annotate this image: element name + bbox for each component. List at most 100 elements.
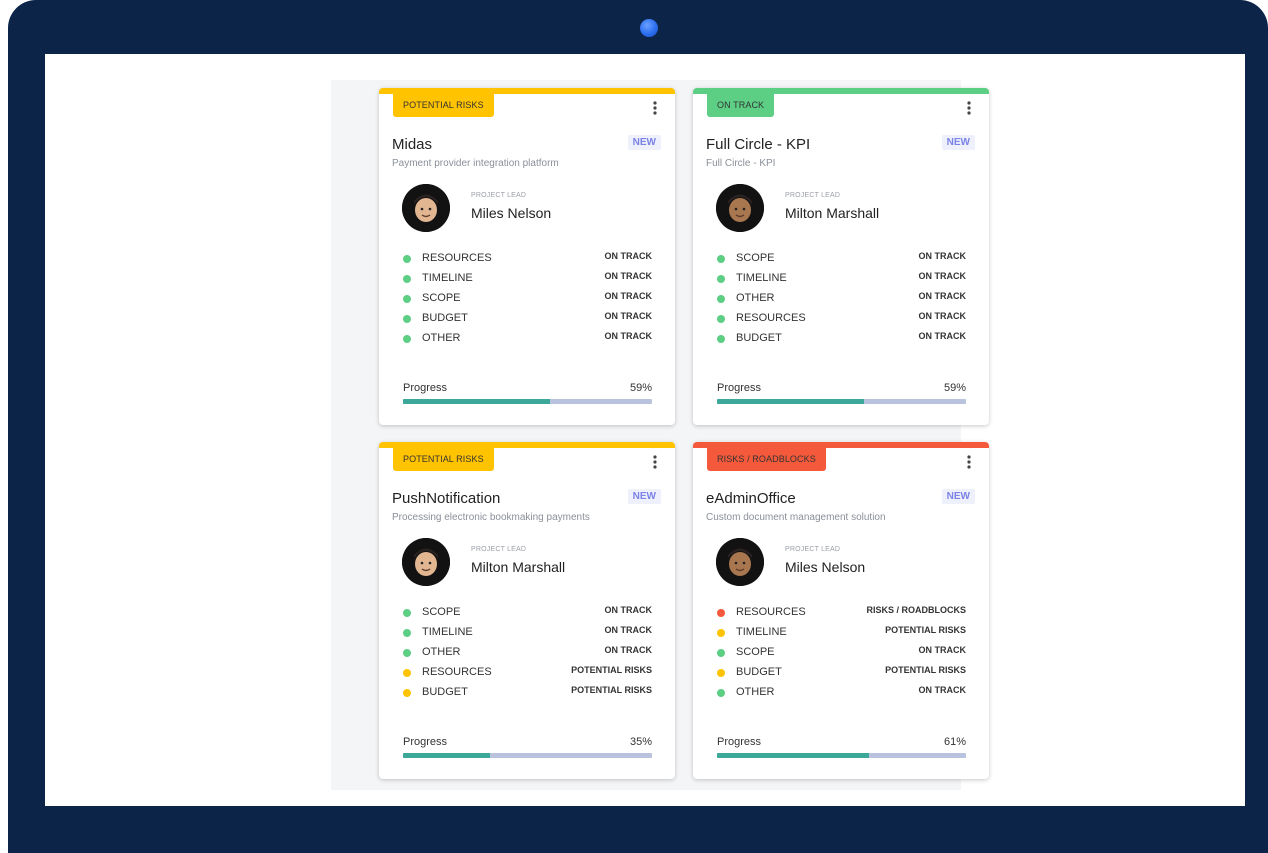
project-card: POTENTIAL RISKS Midas NEW Payment provider … <box>379 88 675 425</box>
status-row: BUDGET POTENTIAL RISKS <box>717 665 966 685</box>
status-dot-icon <box>717 275 725 283</box>
status-row: TIMELINE ON TRACK <box>403 625 652 645</box>
status-dot-icon <box>403 275 411 283</box>
project-lead-name: Milton Marshall <box>471 559 566 575</box>
status-row: BUDGET POTENTIAL RISKS <box>403 685 652 705</box>
status-tag: ON TRACK <box>707 94 775 117</box>
project-title[interactable]: Full Circle - KPI <box>706 136 810 153</box>
progress-percent: 61% <box>943 736 966 748</box>
status-row: TIMELINE ON TRACK <box>717 271 966 291</box>
status-value: POTENTIAL RISKS <box>571 685 652 695</box>
status-tag: POTENTIAL RISKS <box>393 448 494 471</box>
progress-bar <box>403 399 652 404</box>
project-subtitle: Processing electronic bookmaking payment… <box>392 512 590 523</box>
status-value: ON TRACK <box>604 331 653 341</box>
status-row: OTHER ON TRACK <box>717 291 966 311</box>
status-dot-icon <box>717 689 725 697</box>
status-row: BUDGET ON TRACK <box>403 311 652 331</box>
status-label: SCOPE <box>422 292 461 304</box>
project-card: ON TRACK Full Circle - KPI NEW Full Circle … <box>693 88 989 425</box>
project-subtitle: Payment provider integration platform <box>392 158 559 169</box>
status-row: TIMELINE POTENTIAL RISKS <box>717 625 966 645</box>
project-lead-label: PROJECT LEAD <box>471 192 527 199</box>
status-dot-icon <box>717 295 725 303</box>
status-dot-icon <box>403 629 411 637</box>
status-dot-icon <box>717 629 725 637</box>
status-value: POTENTIAL RISKS <box>885 665 966 675</box>
status-label: TIMELINE <box>422 272 473 284</box>
progress-bar-fill <box>403 753 491 758</box>
progress-label: Progress <box>717 736 762 748</box>
status-value: POTENTIAL RISKS <box>571 665 652 675</box>
laptop-frame: POTENTIAL RISKS Midas NEW Payment provider … <box>8 0 1268 853</box>
project-subtitle: Full Circle - KPI <box>706 158 776 169</box>
new-badge: NEW <box>627 135 661 150</box>
status-dot-icon <box>717 609 725 617</box>
status-label: BUDGET <box>736 666 782 678</box>
progress-bar-fill <box>717 753 869 758</box>
more-vert-icon[interactable] <box>649 454 661 470</box>
status-label: RESOURCES <box>422 252 492 264</box>
status-tag: POTENTIAL RISKS <box>393 94 494 117</box>
progress-bar <box>717 753 966 758</box>
status-row: SCOPE ON TRACK <box>403 291 652 311</box>
progress-percent: 35% <box>629 736 652 748</box>
status-row: SCOPE ON TRACK <box>717 251 966 271</box>
status-label: RESOURCES <box>736 606 806 618</box>
status-label: OTHER <box>422 646 461 658</box>
status-dot-icon <box>717 669 725 677</box>
status-dot-icon <box>403 689 411 697</box>
progress-bar-fill <box>717 399 864 404</box>
project-lead-name: Miles Nelson <box>471 205 552 221</box>
progress-percent: 59% <box>943 382 966 394</box>
more-vert-icon[interactable] <box>963 454 975 470</box>
camera-icon <box>640 19 658 37</box>
status-label: SCOPE <box>736 646 775 658</box>
status-dot-icon <box>403 335 411 343</box>
status-label: SCOPE <box>736 252 775 264</box>
status-dot-icon <box>403 669 411 677</box>
status-row: OTHER ON TRACK <box>717 685 966 705</box>
project-board: POTENTIAL RISKS Midas NEW Payment provider … <box>331 80 989 790</box>
status-label: OTHER <box>736 292 775 304</box>
status-row: RESOURCES ON TRACK <box>403 251 652 271</box>
status-row: RESOURCES POTENTIAL RISKS <box>403 665 652 685</box>
avatar <box>716 184 764 232</box>
status-dot-icon <box>403 649 411 657</box>
screen: POTENTIAL RISKS Midas NEW Payment provider … <box>45 54 1245 806</box>
avatar <box>402 538 450 586</box>
project-card: POTENTIAL RISKS PushNotification NEW Proces… <box>379 442 675 779</box>
more-vert-icon[interactable] <box>963 100 975 116</box>
status-list: SCOPE ON TRACK TIMELINE ON TRACK OTHER ON TRA… <box>403 605 652 705</box>
progress-label: Progress <box>403 382 448 394</box>
status-dot-icon <box>717 335 725 343</box>
project-title[interactable]: Midas <box>392 136 432 153</box>
progress-bar-fill <box>403 399 550 404</box>
status-row: SCOPE ON TRACK <box>403 605 652 625</box>
status-row: BUDGET ON TRACK <box>717 331 966 351</box>
project-lead-label: PROJECT LEAD <box>471 546 527 553</box>
status-dot-icon <box>717 315 725 323</box>
more-vert-icon[interactable] <box>649 100 661 116</box>
status-label: OTHER <box>422 332 461 344</box>
status-label: TIMELINE <box>736 272 787 284</box>
status-row: TIMELINE ON TRACK <box>403 271 652 291</box>
project-title[interactable]: PushNotification <box>392 490 500 507</box>
status-dot-icon <box>403 609 411 617</box>
status-label: TIMELINE <box>736 626 787 638</box>
status-row: OTHER ON TRACK <box>403 331 652 351</box>
status-row: RESOURCES ON TRACK <box>717 311 966 331</box>
avatar <box>716 538 764 586</box>
status-value: ON TRACK <box>918 311 967 321</box>
project-title[interactable]: eAdminOffice <box>706 490 796 507</box>
status-value: ON TRACK <box>604 251 653 261</box>
progress-label: Progress <box>717 382 762 394</box>
progress-bar <box>403 753 652 758</box>
status-value: ON TRACK <box>918 291 967 301</box>
new-badge: NEW <box>941 135 975 150</box>
new-badge: NEW <box>627 489 661 504</box>
status-dot-icon <box>717 255 725 263</box>
status-value: ON TRACK <box>604 605 653 615</box>
status-value: ON TRACK <box>604 625 653 635</box>
project-lead-name: Milton Marshall <box>785 205 880 221</box>
